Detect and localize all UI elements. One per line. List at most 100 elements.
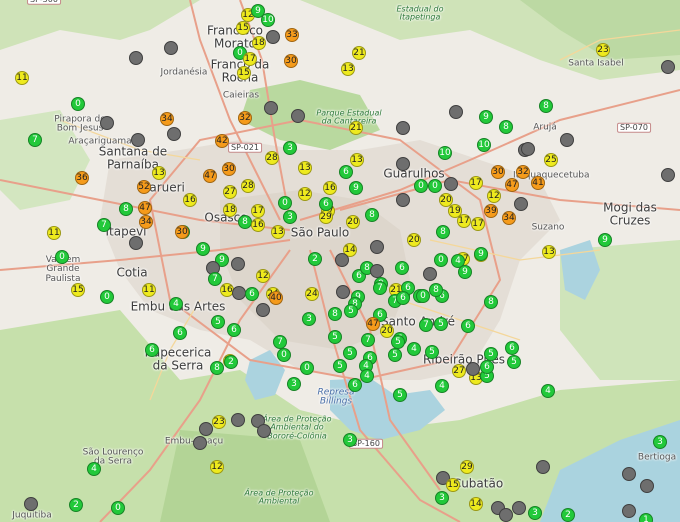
station-marker-green[interactable]: 6 (339, 165, 353, 179)
station-marker-orange[interactable]: 34 (139, 215, 153, 229)
station-marker-green[interactable]: 5 (344, 304, 358, 318)
station-marker-offline[interactable] (256, 303, 270, 317)
station-marker-green[interactable]: 5 (391, 335, 405, 349)
station-marker-offline[interactable] (257, 424, 271, 438)
station-marker-orange[interactable]: 40 (269, 291, 283, 305)
station-marker-green[interactable]: 9 (349, 181, 363, 195)
station-marker-yellow[interactable]: 11 (47, 226, 61, 240)
station-marker-green[interactable]: 0 (277, 348, 291, 362)
station-marker-green[interactable]: 0 (100, 290, 114, 304)
station-marker-green[interactable]: 6 (227, 323, 241, 337)
station-marker-orange[interactable]: 47 (366, 317, 380, 331)
station-marker-yellow[interactable]: 18 (252, 36, 266, 50)
station-marker-green[interactable]: 7 (419, 318, 433, 332)
station-marker-green[interactable]: 4 (87, 462, 101, 476)
station-marker-green[interactable]: 6 (480, 360, 494, 374)
station-marker-green[interactable]: 6 (319, 197, 333, 211)
station-marker-green[interactable]: 7 (373, 281, 387, 295)
station-marker-yellow[interactable]: 13 (298, 161, 312, 175)
station-marker-yellow[interactable]: 17 (457, 214, 471, 228)
station-marker-offline[interactable] (231, 257, 245, 271)
station-marker-green[interactable]: 2 (69, 498, 83, 512)
station-marker-yellow[interactable]: 29 (460, 460, 474, 474)
station-marker-green[interactable]: 10 (477, 138, 491, 152)
station-marker-orange[interactable]: 34 (160, 112, 174, 126)
station-marker-orange[interactable]: 32 (238, 111, 252, 125)
station-marker-orange[interactable]: 41 (531, 176, 545, 190)
station-marker-yellow[interactable]: 20 (346, 215, 360, 229)
station-marker-green[interactable]: 9 (196, 242, 210, 256)
station-marker-yellow[interactable]: 23 (596, 43, 610, 57)
station-marker-yellow[interactable]: 28 (241, 179, 255, 193)
station-marker-offline[interactable] (335, 253, 349, 267)
station-marker-green[interactable]: 4 (541, 384, 555, 398)
station-marker-yellow[interactable]: 13 (341, 62, 355, 76)
station-marker-orange[interactable]: 30 (491, 165, 505, 179)
station-marker-yellow[interactable]: 12 (256, 269, 270, 283)
station-marker-yellow[interactable]: 16 (183, 193, 197, 207)
station-marker-offline[interactable] (466, 362, 480, 376)
station-marker-green[interactable]: 6 (396, 291, 410, 305)
station-marker-offline[interactable] (661, 168, 675, 182)
station-marker-offline[interactable] (129, 51, 143, 65)
station-marker-green[interactable]: 0 (111, 501, 125, 515)
station-marker-green[interactable]: 3 (287, 377, 301, 391)
station-marker-offline[interactable] (512, 501, 526, 515)
station-marker-orange[interactable]: 32 (516, 165, 530, 179)
station-marker-orange[interactable]: 52 (137, 180, 151, 194)
station-marker-green[interactable]: 5 (388, 348, 402, 362)
station-marker-offline[interactable] (291, 109, 305, 123)
station-marker-offline[interactable] (370, 240, 384, 254)
station-marker-green[interactable]: 6 (505, 341, 519, 355)
station-marker-green[interactable]: 7 (97, 218, 111, 232)
station-marker-green[interactable]: 7 (273, 335, 287, 349)
station-marker-green[interactable]: 9 (598, 233, 612, 247)
station-marker-offline[interactable] (164, 41, 178, 55)
station-marker-yellow[interactable]: 21 (349, 121, 363, 135)
station-marker-green[interactable]: 6 (173, 326, 187, 340)
station-marker-orange[interactable]: 47 (203, 169, 217, 183)
station-marker-green[interactable]: 5 (333, 359, 347, 373)
station-marker-offline[interactable] (521, 142, 535, 156)
station-marker-offline[interactable] (622, 467, 636, 481)
station-marker-yellow[interactable]: 13 (152, 166, 166, 180)
station-marker-green[interactable]: 9 (479, 110, 493, 124)
station-marker-green[interactable]: 5 (434, 317, 448, 331)
station-marker-green[interactable]: 10 (261, 13, 275, 27)
station-marker-offline[interactable] (100, 116, 114, 130)
station-marker-green[interactable]: 3 (302, 312, 316, 326)
station-marker-green[interactable]: 8 (484, 295, 498, 309)
station-marker-yellow[interactable]: 28 (265, 151, 279, 165)
station-marker-yellow[interactable]: 17 (251, 204, 265, 218)
station-marker-green[interactable]: 2 (561, 508, 575, 522)
station-marker-green[interactable]: 10 (438, 146, 452, 160)
station-marker-green[interactable]: 5 (484, 347, 498, 361)
station-marker-green[interactable]: 5 (425, 345, 439, 359)
station-marker-orange[interactable]: 36 (75, 171, 89, 185)
station-marker-green[interactable]: 3 (435, 491, 449, 505)
station-marker-green[interactable]: 4 (360, 369, 374, 383)
station-marker-orange[interactable]: 33 (285, 28, 299, 42)
station-marker-green[interactable]: 4 (407, 342, 421, 356)
station-marker-green[interactable]: 8 (210, 361, 224, 375)
station-marker-offline[interactable] (193, 436, 207, 450)
station-marker-orange[interactable]: 47 (138, 201, 152, 215)
station-marker-yellow[interactable]: 18 (223, 203, 237, 217)
station-marker-yellow[interactable]: 11 (15, 71, 29, 85)
station-marker-offline[interactable] (24, 497, 38, 511)
station-marker-green[interactable]: 4 (435, 379, 449, 393)
station-marker-yellow[interactable]: 12 (210, 460, 224, 474)
station-marker-offline[interactable] (499, 508, 513, 522)
station-marker-green[interactable]: 9 (474, 247, 488, 261)
station-marker-offline[interactable] (231, 413, 245, 427)
station-marker-yellow[interactable]: 12 (487, 189, 501, 203)
station-marker-orange[interactable]: 39 (484, 204, 498, 218)
station-marker-yellow[interactable]: 17 (469, 176, 483, 190)
station-marker-yellow[interactable]: 23 (212, 415, 226, 429)
station-marker-offline[interactable] (199, 422, 213, 436)
station-marker-offline[interactable] (396, 157, 410, 171)
station-marker-offline[interactable] (129, 236, 143, 250)
station-marker-offline[interactable] (661, 60, 675, 74)
station-marker-green[interactable]: 9 (458, 265, 472, 279)
station-marker-yellow[interactable]: 16 (251, 218, 265, 232)
